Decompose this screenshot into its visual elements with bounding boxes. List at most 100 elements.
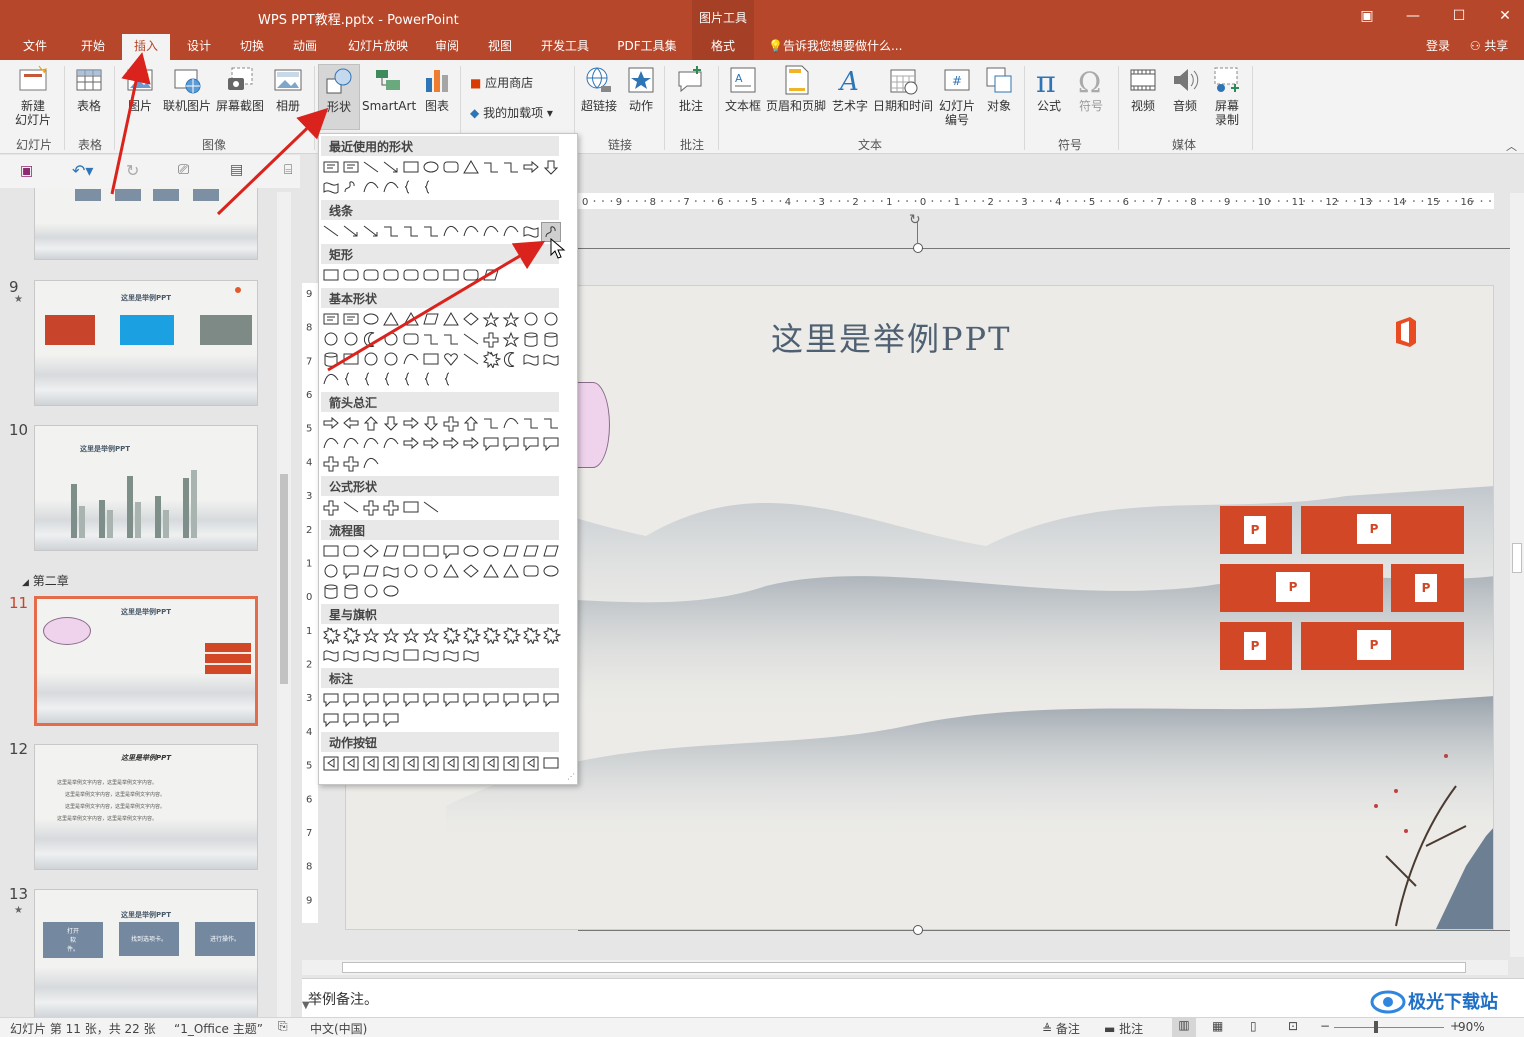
slide-thumbnail-9[interactable]: 这里是举例PPT: [34, 280, 258, 406]
shape-darrow-icon[interactable]: [541, 158, 561, 176]
hyperlink-button[interactable]: 超链接: [578, 64, 620, 113]
action-button[interactable]: 动作: [622, 64, 660, 113]
shape-star-icon[interactable]: [501, 330, 521, 348]
shape-line-icon[interactable]: [461, 330, 481, 348]
shape-burst-icon[interactable]: [501, 626, 521, 644]
rotate-handle-icon[interactable]: ↻: [909, 212, 921, 228]
shape-wave-icon[interactable]: [341, 646, 361, 664]
shape-callout-icon[interactable]: [401, 690, 421, 708]
shape-line-icon[interactable]: [461, 350, 481, 368]
shape-tri-icon[interactable]: [381, 310, 401, 328]
shape-circle-icon[interactable]: [541, 310, 561, 328]
shape-cyl-icon[interactable]: [321, 582, 341, 600]
shape-tri-icon[interactable]: [461, 158, 481, 176]
online-picture-button[interactable]: 联机图片: [160, 64, 214, 113]
shape-brace-icon[interactable]: [381, 370, 401, 388]
shape-elbow-icon[interactable]: [381, 222, 401, 240]
shape-cyl-icon[interactable]: [541, 330, 561, 348]
save-icon[interactable]: ▣: [20, 163, 33, 179]
shape-tri-icon[interactable]: [441, 310, 461, 328]
audio-button[interactable]: 音频: [1164, 64, 1206, 113]
shape-tri-icon[interactable]: [481, 562, 501, 580]
shape-oval-icon[interactable]: [541, 562, 561, 580]
shape-larrow-icon[interactable]: [341, 414, 361, 432]
shape-brace-icon[interactable]: [341, 370, 361, 388]
notes-text[interactable]: 举例备注。: [308, 989, 378, 1009]
shape-uarrow-icon[interactable]: [461, 414, 481, 432]
resize-handle-top[interactable]: [913, 243, 923, 253]
shape-heart-icon[interactable]: [441, 350, 461, 368]
shape-btn-icon[interactable]: [421, 754, 441, 772]
signin-link[interactable]: 登录: [1418, 34, 1458, 60]
smartart-button[interactable]: SmartArt: [362, 64, 416, 113]
resize-grip-icon[interactable]: ⋰: [567, 772, 575, 781]
slide-sorter-icon[interactable]: ▦: [1212, 1019, 1223, 1033]
shape-wave-icon[interactable]: [381, 562, 401, 580]
shape-rarrow-icon[interactable]: [321, 414, 341, 432]
shape-rrect-icon[interactable]: [401, 266, 421, 284]
shape-star-icon[interactable]: [481, 310, 501, 328]
shape-line-icon[interactable]: [361, 158, 381, 176]
shape-burst-icon[interactable]: [321, 626, 341, 644]
shape-oval-icon[interactable]: [361, 310, 381, 328]
shape-arrowline-icon[interactable]: [381, 158, 401, 176]
shape-star-icon[interactable]: [501, 310, 521, 328]
shape-para-icon[interactable]: [501, 542, 521, 560]
shape-wave-icon[interactable]: [421, 646, 441, 664]
shape-callout-icon[interactable]: [541, 434, 561, 452]
shape-oval-icon[interactable]: [481, 542, 501, 560]
shape-wave-icon[interactable]: [321, 178, 341, 196]
shape-diamond-icon[interactable]: [461, 562, 481, 580]
reading-view-icon[interactable]: ▯: [1250, 1019, 1257, 1033]
shape-callout-icon[interactable]: [341, 710, 361, 728]
shape-darrow-icon[interactable]: [421, 414, 441, 432]
shape-wave-icon[interactable]: [381, 646, 401, 664]
shape-curve-icon[interactable]: [361, 434, 381, 452]
textbox-button[interactable]: A 文本框: [722, 64, 764, 113]
shape-burst-icon[interactable]: [541, 626, 561, 644]
shape-burst-icon[interactable]: [481, 350, 501, 368]
shape-callout-icon[interactable]: [541, 690, 561, 708]
shape-para-icon[interactable]: [521, 542, 541, 560]
shape-para-icon[interactable]: [421, 310, 441, 328]
shape-btn-icon[interactable]: [401, 754, 421, 772]
shape-elbow-icon[interactable]: [421, 330, 441, 348]
shape-plus-icon[interactable]: [381, 498, 401, 516]
shape-star-icon[interactable]: [381, 626, 401, 644]
shape-btn-icon[interactable]: [441, 754, 461, 772]
shape-cyl-icon[interactable]: [321, 350, 341, 368]
shape-tb-icon[interactable]: [321, 310, 341, 328]
tab-format[interactable]: 格式: [692, 34, 754, 60]
shape-elbow-icon[interactable]: [481, 414, 501, 432]
shape-circle-icon[interactable]: [381, 330, 401, 348]
shape-curve-icon[interactable]: [381, 178, 401, 196]
shape-callout-icon[interactable]: [361, 690, 381, 708]
editor-horizontal-scrollbar[interactable]: [302, 960, 1508, 975]
customize-icon[interactable]: ⌸: [284, 162, 292, 178]
shape-btn-icon[interactable]: [361, 754, 381, 772]
close-icon[interactable]: ✕: [1482, 0, 1524, 34]
shape-plus-icon[interactable]: [321, 498, 341, 516]
shape-rrect-icon[interactable]: [381, 266, 401, 284]
shape-callout-icon[interactable]: [341, 562, 361, 580]
section-header[interactable]: ◢ 第二章: [22, 572, 69, 589]
tab-animations[interactable]: 动画: [282, 34, 328, 60]
tell-me-search[interactable]: 💡告诉我您想要做什么...: [768, 34, 908, 60]
shape-curve-icon[interactable]: [361, 454, 381, 472]
shape-star-icon[interactable]: [401, 626, 421, 644]
shape-rect-icon[interactable]: [541, 754, 561, 772]
shape-callout-icon[interactable]: [381, 710, 401, 728]
shape-darrow-icon[interactable]: [381, 414, 401, 432]
shape-curve-icon[interactable]: [481, 222, 501, 240]
object-button[interactable]: 对象: [980, 64, 1018, 113]
scroll-down-icon[interactable]: ▼: [302, 1000, 318, 1016]
shapes-button[interactable]: 形状: [318, 64, 360, 130]
shape-callout-icon[interactable]: [501, 434, 521, 452]
shape-rarrow-icon[interactable]: [401, 434, 421, 452]
chart-button[interactable]: 图表: [418, 64, 456, 113]
shape-brace-icon[interactable]: [361, 370, 381, 388]
shape-circle-icon[interactable]: [361, 582, 381, 600]
comment-button[interactable]: 批注: [668, 64, 714, 113]
shape-wave-icon[interactable]: [321, 646, 341, 664]
tab-pdf[interactable]: PDF工具集: [608, 34, 686, 60]
